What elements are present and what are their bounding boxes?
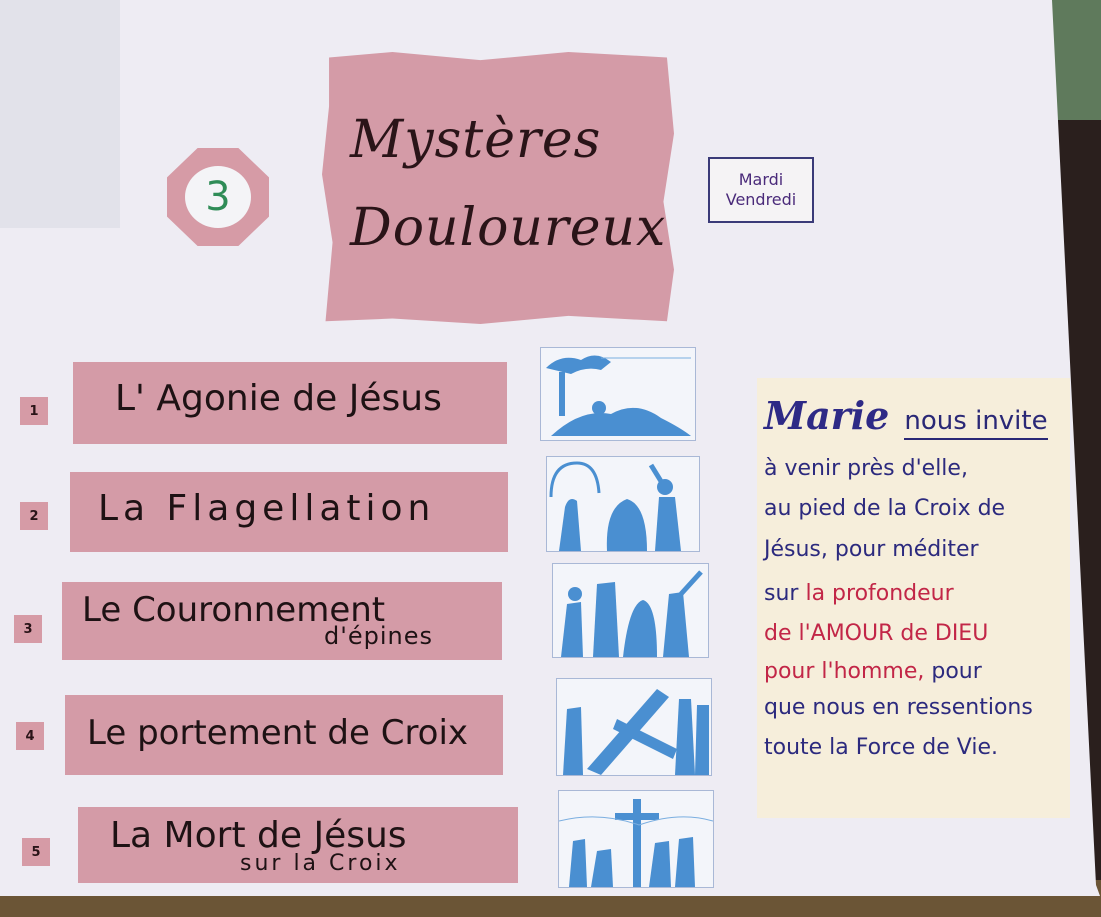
crowning-picture [552, 563, 709, 658]
note-line: au pied de la Croix de [764, 496, 1006, 521]
mystery-title: L' Agonie de Jésus [115, 378, 442, 419]
note-line-part: pour l'homme, [764, 659, 925, 684]
mystery-number: 5 [22, 838, 50, 866]
flagellation-picture [546, 456, 700, 552]
note-invite: nous invite [904, 406, 1048, 440]
mystery-banner: La Flagellation [70, 472, 508, 552]
note-line: toute la Force de Vie. [764, 735, 998, 760]
mystery-number: 2 [20, 502, 48, 530]
days-box: Mardi Vendredi [708, 157, 814, 223]
note-line: sur la profondeur [764, 582, 954, 606]
mystery-banner: La Mort de Jésus sur la Croix [78, 807, 518, 883]
note-line-part: sur [764, 581, 799, 606]
day-2: Vendredi [725, 190, 797, 209]
note-heading: Marie nous invite [764, 393, 1048, 440]
day-1: Mardi [738, 170, 784, 189]
mystery-banner: L' Agonie de Jésus [73, 362, 507, 444]
mystery-subtitle: sur la Croix [240, 851, 401, 876]
mystery-title: La Mort de Jésus [110, 815, 407, 856]
carrying-cross-picture [556, 678, 712, 776]
crucifixion-picture [558, 790, 714, 888]
paper-sheet [0, 0, 120, 228]
mystery-banner: Le portement de Croix [65, 695, 503, 775]
mystery-number: 4 [16, 722, 44, 750]
note-marie: Marie [764, 393, 890, 438]
note-line: Jésus, pour méditer [764, 537, 979, 562]
title-line-1: Mystères [350, 110, 602, 170]
mystery-subtitle: d'épines [324, 622, 433, 650]
note-line-part: pour [931, 659, 982, 684]
note-line: à venir près d'elle, [764, 456, 968, 481]
mystery-title: Le portement de Croix [87, 713, 469, 753]
note-line-part: la profondeur [805, 581, 954, 606]
title-panel [322, 52, 674, 324]
title-line-2: Douloureux [350, 198, 667, 258]
agony-garden-picture [540, 347, 696, 441]
mystery-title: La Flagellation [98, 488, 436, 529]
mystery-number: 3 [14, 615, 42, 643]
note-line: que nous en ressentions [764, 695, 1033, 720]
mystery-set-number: 3 [185, 166, 251, 228]
mystery-banner: Le Couronnement d'épines [62, 582, 502, 660]
note-line: pour l'homme, pour [764, 660, 982, 684]
note-line: de l'AMOUR de DIEU [764, 621, 989, 646]
mystery-number: 1 [20, 397, 48, 425]
